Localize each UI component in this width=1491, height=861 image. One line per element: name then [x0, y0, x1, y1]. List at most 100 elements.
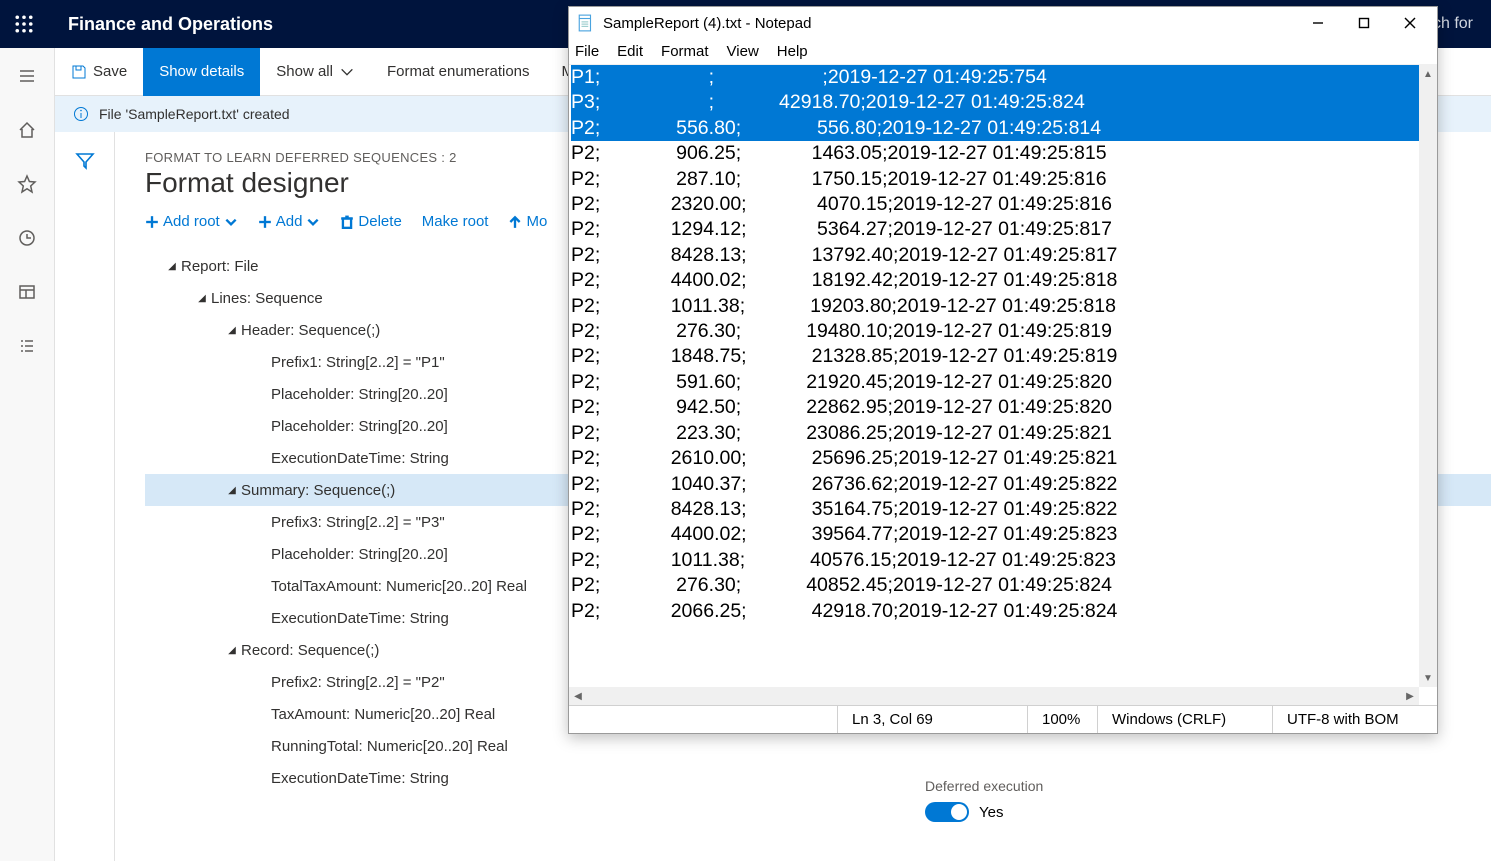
tree-node[interactable]: ExecutionDateTime: String	[145, 762, 1491, 794]
message-text: File 'SampleReport.txt' created	[99, 106, 290, 122]
scroll-up-icon[interactable]: ▲	[1419, 65, 1437, 83]
text-line: P2; 2320.00; 4070.15;2019-12-27 01:49:25…	[571, 192, 1437, 217]
caret-icon: ◢	[223, 325, 241, 336]
scroll-down-icon[interactable]: ▼	[1419, 669, 1437, 687]
text-line: P2; 942.50; 22862.95;2019-12-27 01:49:25…	[571, 395, 1437, 420]
filter-icon[interactable]	[75, 150, 95, 170]
text-line: P3; ; 42918.70;2019-12-27 01:49:25:824	[571, 90, 1437, 115]
status-position: Ln 3, Col 69	[837, 706, 1027, 733]
caret-icon: ◢	[223, 645, 241, 656]
text-line: P2; 2610.00; 25696.25;2019-12-27 01:49:2…	[571, 446, 1437, 471]
tree-node-label: TaxAmount: Numeric[20..20] Real	[271, 706, 495, 723]
text-line: P2; 1040.37; 26736.62;2019-12-27 01:49:2…	[571, 472, 1437, 497]
add-button[interactable]: Add	[258, 213, 321, 230]
text-line: P2; 4400.02; 18192.42;2019-12-27 01:49:2…	[571, 268, 1437, 293]
notepad-title: SampleReport (4).txt - Notepad	[603, 15, 811, 32]
tree-node-label: ExecutionDateTime: String	[271, 770, 449, 787]
text-line: P2; 556.80; 556.80;2019-12-27 01:49:25:8…	[571, 116, 1437, 141]
tree-node-label: Placeholder: String[20..20]	[271, 418, 448, 435]
text-line: P2; 906.25; 1463.05;2019-12-27 01:49:25:…	[571, 141, 1437, 166]
filter-pane	[55, 132, 115, 861]
caret-icon: ◢	[223, 485, 241, 496]
deferred-toggle[interactable]	[925, 802, 969, 822]
hamburger-icon[interactable]	[11, 60, 43, 92]
modules-icon[interactable]	[11, 330, 43, 362]
text-line: P2; 8428.13; 13792.40;2019-12-27 01:49:2…	[571, 243, 1437, 268]
menu-item-edit[interactable]: Edit	[617, 43, 643, 60]
home-icon[interactable]	[11, 114, 43, 146]
tree-node-label: Lines: Sequence	[211, 290, 323, 307]
horizontal-scrollbar[interactable]: ◀ ▶	[569, 687, 1419, 705]
app-brand: Finance and Operations	[48, 14, 273, 35]
app-launcher-icon[interactable]	[0, 0, 48, 48]
notepad-menu: File Edit Format View Help	[569, 39, 1437, 65]
text-line: P2; 2066.25; 42918.70;2019-12-27 01:49:2…	[571, 599, 1437, 624]
notepad-text[interactable]: P1; ; ;2019-12-27 01:49:25:754P3; ; 4291…	[569, 65, 1437, 624]
text-line: P2; 1011.38; 40576.15;2019-12-27 01:49:2…	[571, 548, 1437, 573]
text-line: P1; ; ;2019-12-27 01:49:25:754	[571, 65, 1437, 90]
star-icon[interactable]	[11, 168, 43, 200]
chevron-down-icon	[306, 215, 320, 229]
text-line: P2; 276.30; 19480.10;2019-12-27 01:49:25…	[571, 319, 1437, 344]
status-encoding: Windows (CRLF)	[1097, 706, 1272, 733]
notepad-status-bar: Ln 3, Col 69 100% Windows (CRLF) UTF-8 w…	[569, 705, 1437, 733]
caret-icon: ◢	[193, 293, 211, 304]
show-all-button[interactable]: Show all	[260, 48, 371, 96]
format-enumerations-button[interactable]: Format enumerations	[371, 48, 546, 96]
status-bom: UTF-8 with BOM	[1272, 706, 1437, 733]
menu-item-view[interactable]: View	[727, 43, 759, 60]
text-line: P2; 276.30; 40852.45;2019-12-27 01:49:25…	[571, 573, 1437, 598]
tree-node-label: Prefix1: String[2..2] = "P1"	[271, 354, 445, 371]
left-rail	[0, 48, 55, 861]
deferred-execution-panel: Deferred execution Yes	[925, 778, 1043, 822]
deferred-value: Yes	[979, 804, 1003, 821]
move-up-button-truncated[interactable]: Mo	[508, 213, 547, 230]
chevron-down-icon	[224, 215, 238, 229]
text-line: P2; 1294.12; 5364.27;2019-12-27 01:49:25…	[571, 217, 1437, 242]
tree-node-label: Prefix2: String[2..2] = "P2"	[271, 674, 445, 691]
menu-item-format[interactable]: Format	[661, 43, 709, 60]
vertical-scrollbar[interactable]: ▲ ▼	[1419, 65, 1437, 687]
scroll-right-icon[interactable]: ▶	[1401, 691, 1419, 702]
tree-node-label: ExecutionDateTime: String	[271, 450, 449, 467]
tree-node-label: Report: File	[181, 258, 259, 275]
workspace-icon[interactable]	[11, 276, 43, 308]
text-line: P2; 591.60; 21920.45;2019-12-27 01:49:25…	[571, 370, 1437, 395]
notepad-body: P1; ; ;2019-12-27 01:49:25:754P3; ; 4291…	[569, 65, 1437, 705]
notepad-window: SampleReport (4).txt - Notepad FileEditF…	[568, 6, 1438, 734]
info-icon	[73, 106, 89, 122]
tree-node-label: RunningTotal: Numeric[20..20] Real	[271, 738, 508, 755]
caret-icon: ◢	[163, 261, 181, 272]
tree-node-label: Record: Sequence(;)	[241, 642, 379, 659]
text-line: P2; 4400.02; 39564.77;2019-12-27 01:49:2…	[571, 522, 1437, 547]
text-line: P2; 287.10; 1750.15;2019-12-27 01:49:25:…	[571, 167, 1437, 192]
notepad-title-bar[interactable]: SampleReport (4).txt - Notepad	[569, 7, 1437, 39]
save-button[interactable]: Save	[55, 48, 143, 96]
tree-node-label: Placeholder: String[20..20]	[271, 546, 448, 563]
text-line: P2; 1011.38; 19203.80;2019-12-27 01:49:2…	[571, 294, 1437, 319]
status-spacer	[569, 706, 837, 733]
minimize-button[interactable]	[1299, 7, 1345, 39]
make-root-button[interactable]: Make root	[422, 213, 489, 230]
add-root-button[interactable]: Add root	[145, 213, 238, 230]
text-line: P2; 223.30; 23086.25;2019-12-27 01:49:25…	[571, 421, 1437, 446]
chevron-down-icon	[339, 64, 355, 80]
show-details-button[interactable]: Show details	[143, 48, 260, 96]
status-zoom: 100%	[1027, 706, 1097, 733]
tree-node-label: Summary: Sequence(;)	[241, 482, 395, 499]
close-button[interactable]	[1391, 7, 1437, 39]
scroll-left-icon[interactable]: ◀	[569, 691, 587, 702]
text-line: P2; 1848.75; 21328.85;2019-12-27 01:49:2…	[571, 344, 1437, 369]
save-label: Save	[93, 63, 127, 80]
tree-node-label: Header: Sequence(;)	[241, 322, 380, 339]
tree-node-label: ExecutionDateTime: String	[271, 610, 449, 627]
recent-icon[interactable]	[11, 222, 43, 254]
tree-node-label: Prefix3: String[2..2] = "P3"	[271, 514, 445, 531]
delete-button[interactable]: Delete	[340, 213, 401, 230]
maximize-button[interactable]	[1345, 7, 1391, 39]
menu-item-file[interactable]: File	[575, 43, 599, 60]
tree-node[interactable]: RunningTotal: Numeric[20..20] Real	[145, 730, 1491, 762]
deferred-label: Deferred execution	[925, 778, 1043, 794]
text-line: P2; 8428.13; 35164.75;2019-12-27 01:49:2…	[571, 497, 1437, 522]
menu-item-help[interactable]: Help	[777, 43, 808, 60]
